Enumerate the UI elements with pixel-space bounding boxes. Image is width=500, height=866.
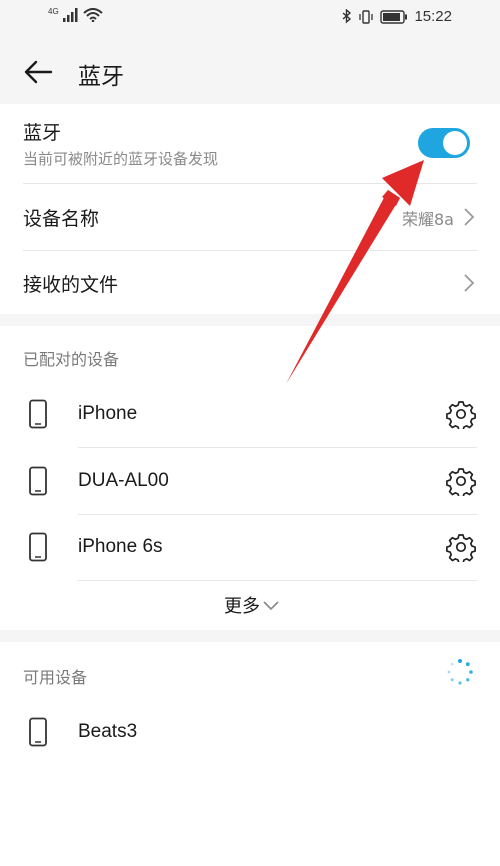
- vibrate-icon: [359, 9, 374, 24]
- back-arrow-icon[interactable]: [22, 56, 54, 88]
- received-files-label: 接收的文件: [23, 274, 119, 296]
- status-bar-left: 4G: [48, 6, 103, 22]
- device-name-value: 荣耀8a: [402, 210, 454, 229]
- more-button[interactable]: 更多: [0, 592, 500, 618]
- device-name: iPhone 6s: [78, 536, 163, 557]
- chevron-down-icon: [263, 601, 279, 611]
- battery-icon: [380, 9, 408, 24]
- chevron-right-icon: [464, 274, 475, 292]
- bluetooth-subtitle: 当前可被附近的蓝牙设备发现: [23, 150, 219, 168]
- signal-icon: [62, 8, 78, 22]
- wifi-icon: [83, 8, 103, 22]
- gear-icon[interactable]: [446, 399, 476, 429]
- bluetooth-toggle-row[interactable]: 蓝牙 当前可被附近的蓝牙设备发现: [0, 104, 500, 184]
- gear-icon[interactable]: [446, 532, 476, 562]
- chevron-right-icon: [464, 208, 475, 226]
- status-bar-right: 15:22: [342, 8, 452, 25]
- phone-icon: [29, 717, 47, 747]
- phone-icon: [29, 532, 47, 562]
- paired-device-row[interactable]: iPhone 6s: [0, 515, 500, 581]
- spinner-icon: [447, 659, 473, 685]
- bluetooth-label: 蓝牙: [23, 122, 62, 144]
- device-name: iPhone: [78, 403, 138, 424]
- device-name: Beats3: [78, 721, 138, 742]
- paired-devices-heading: 已配对的设备: [23, 350, 120, 369]
- status-bar: 4G 15:22: [0, 0, 500, 38]
- device-name-label: 设备名称: [23, 208, 100, 230]
- switch-knob: [443, 131, 467, 155]
- phone-icon: [29, 466, 47, 496]
- divider: [78, 580, 477, 581]
- gear-icon[interactable]: [446, 466, 476, 496]
- network-type-label: 4G: [48, 6, 59, 16]
- clock: 15:22: [414, 8, 452, 25]
- device-name: DUA-AL00: [78, 470, 169, 491]
- app-bar: 蓝牙: [0, 38, 500, 104]
- bluetooth-switch[interactable]: [418, 128, 470, 158]
- phone-icon: [29, 399, 47, 429]
- more-label: 更多: [224, 596, 260, 617]
- section-gap: [0, 630, 500, 642]
- device-name-row[interactable]: 设备名称 荣耀8a: [0, 184, 500, 250]
- section-gap: [0, 314, 500, 326]
- page-title: 蓝牙: [78, 64, 124, 90]
- paired-device-row[interactable]: DUA-AL00: [0, 448, 500, 514]
- available-device-row[interactable]: Beats3: [0, 700, 500, 766]
- received-files-row[interactable]: 接收的文件: [0, 251, 500, 314]
- available-devices-heading: 可用设备: [23, 668, 88, 687]
- bluetooth-icon: [342, 9, 352, 24]
- paired-device-row[interactable]: iPhone: [0, 381, 500, 447]
